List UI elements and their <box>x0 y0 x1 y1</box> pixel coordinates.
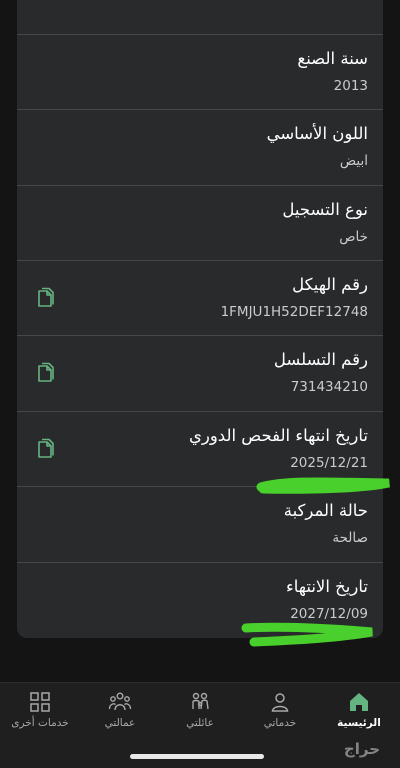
detail-value: 1FMJU1H52DEF12748 <box>220 304 368 320</box>
tab-my-workers[interactable]: عمالتي <box>81 691 159 737</box>
detail-row-chassis-number: رقم الهيكل 1FMJU1H52DEF12748 <box>17 260 383 336</box>
detail-label: حالة المركبة <box>283 501 368 520</box>
detail-label: تاريخ الانتهاء <box>285 577 368 596</box>
tab-label: خدمات أخرى <box>11 717 69 729</box>
detail-value: 731434210 <box>290 379 368 395</box>
detail-value: 2013 <box>333 78 368 94</box>
tab-label: عائلتي <box>186 717 214 729</box>
tab-label: خدماتي <box>263 717 297 729</box>
detail-row-vehicle-status: حالة المركبة صالحة <box>17 486 383 562</box>
detail-row-expiry-date: تاريخ الانتهاء 2027/12/09 <box>17 562 383 638</box>
detail-label: اللون الأساسي <box>266 124 368 143</box>
home-icon <box>350 693 368 711</box>
grid-icon <box>30 692 50 712</box>
detail-row-serial-number: رقم التسلسل 731434210 <box>17 335 383 411</box>
detail-row-primary-color: اللون الأساسي ابيض <box>17 109 383 185</box>
copy-inspection-expiry-icon[interactable] <box>35 438 57 462</box>
tab-home[interactable]: الرئيسية <box>320 691 398 737</box>
detail-value: 2027/12/09 <box>290 606 368 622</box>
workers-icon <box>108 692 132 711</box>
copy-serial-number-icon[interactable] <box>35 362 57 386</box>
detail-label: تاريخ انتهاء الفحص الدوري <box>188 426 368 445</box>
vehicle-details-card: سنة الصنع 2013 اللون الأساسي ابيض نوع ال… <box>17 0 383 638</box>
detail-value: خاص <box>339 229 368 245</box>
detail-value: 2025/12/21 <box>290 455 368 471</box>
person-icon <box>271 693 289 712</box>
detail-value: ابيض <box>339 153 368 169</box>
detail-label: رقم التسلسل <box>273 350 368 369</box>
family-icon <box>192 692 209 710</box>
detail-value: صالحة <box>332 530 368 546</box>
tab-my-family[interactable]: عائلتي <box>161 691 239 737</box>
watermark: حراج <box>343 740 380 758</box>
detail-label: رقم الهيكل <box>292 275 368 294</box>
detail-row-inspection-expiry: تاريخ انتهاء الفحص الدوري 2025/12/21 <box>17 411 383 487</box>
tab-other-services[interactable]: خدمات أخرى <box>1 691 79 737</box>
tab-label: الرئيسية <box>337 717 381 729</box>
home-indicator[interactable] <box>130 754 264 759</box>
detail-row-manufacture-year: سنة الصنع 2013 <box>17 34 383 110</box>
detail-label: نوع التسجيل <box>282 200 368 219</box>
tab-label: عمالتي <box>104 717 136 729</box>
tab-my-services[interactable]: خدماتي <box>241 691 319 737</box>
detail-label: سنة الصنع <box>297 49 368 68</box>
copy-chassis-number-icon[interactable] <box>35 287 57 311</box>
detail-row-registration-type: نوع التسجيل خاص <box>17 185 383 261</box>
